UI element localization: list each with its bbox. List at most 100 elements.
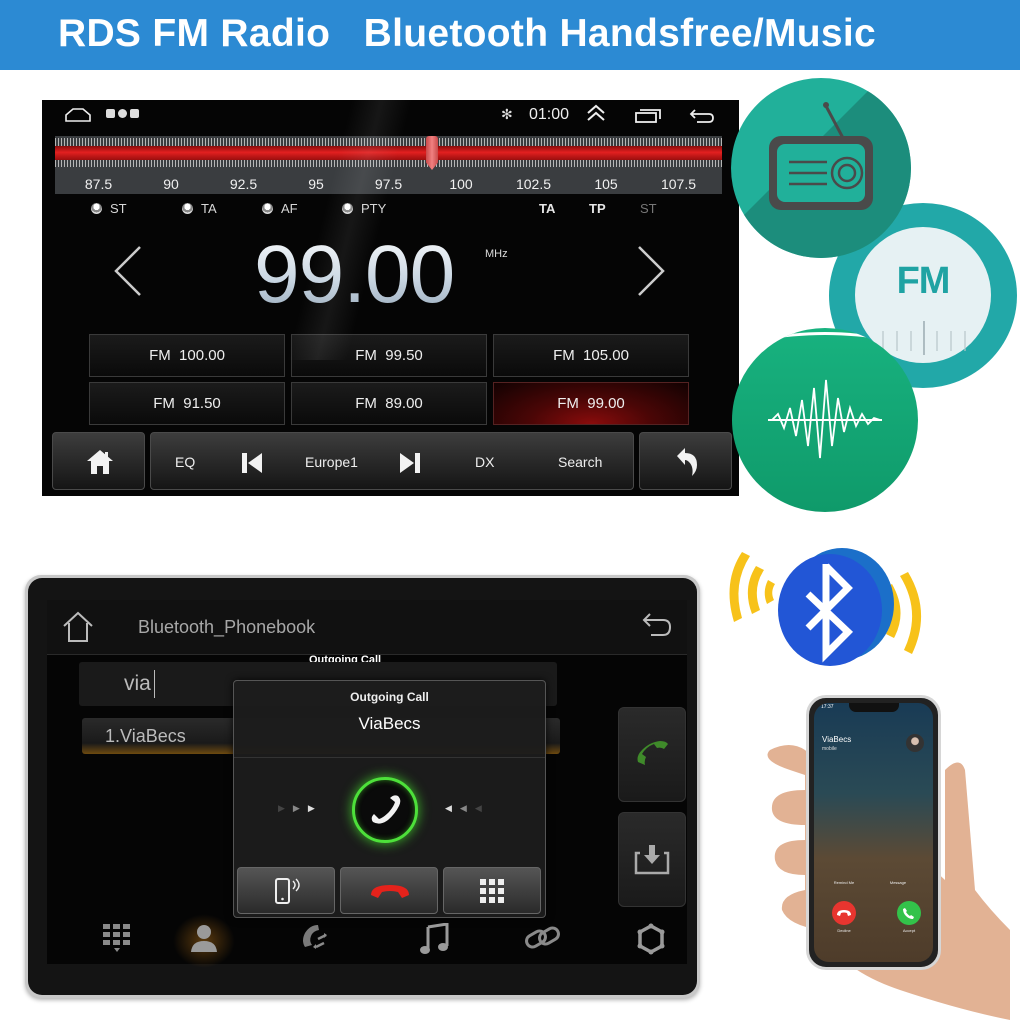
radio-icon bbox=[769, 102, 873, 210]
recent-apps-icon[interactable] bbox=[635, 109, 661, 128]
preset-button[interactable]: FM 91.50 bbox=[89, 382, 285, 425]
incoming-call-screen: 17:37 ViaBecs mobile Remind Me Message D… bbox=[814, 703, 933, 962]
tuner-band bbox=[55, 146, 722, 160]
screen-header: Bluetooth_Phonebook bbox=[47, 600, 687, 655]
frequency-tuner[interactable]: 87.5 90 92.5 95 97.5 100 102.5 105 107.5 bbox=[55, 136, 722, 194]
rds-flag-st: ST bbox=[640, 201, 657, 216]
bluetooth-phonebook-screen: Bluetooth_Phonebook Outgoing Call via 1.… bbox=[47, 600, 687, 968]
rds-toggle-pty[interactable]: PTY bbox=[342, 201, 386, 216]
hang-up-button[interactable] bbox=[340, 867, 438, 914]
home-icon bbox=[86, 449, 114, 480]
rds-toggle-label: TA bbox=[201, 201, 217, 216]
outgoing-call-dialog: Outgoing Call ViaBecs ▶▶▶ ◀◀◀ bbox=[233, 680, 546, 918]
app-icon[interactable] bbox=[106, 109, 115, 118]
decline-button[interactable] bbox=[832, 901, 856, 925]
tuner-scale-label: 90 bbox=[163, 176, 179, 192]
rds-toggle-ta[interactable]: TA bbox=[182, 201, 217, 216]
home-button[interactable] bbox=[52, 432, 145, 490]
bluetooth-logo-icon bbox=[729, 548, 922, 666]
phone-caller-name: ViaBecs bbox=[822, 735, 852, 744]
audio-wave-feature-icon bbox=[732, 328, 918, 512]
phone-time: 17:37 bbox=[821, 704, 834, 710]
contacts-icon[interactable] bbox=[189, 923, 219, 958]
clock: 01:00 bbox=[529, 106, 570, 123]
seek-prev-button[interactable] bbox=[112, 245, 144, 302]
divider bbox=[234, 757, 545, 758]
page-title: Bluetooth_Phonebook bbox=[138, 617, 316, 637]
double-chevron-up-icon[interactable] bbox=[585, 103, 607, 128]
preset-button[interactable]: FM 105.00 bbox=[493, 334, 689, 377]
next-icon[interactable] bbox=[399, 452, 421, 479]
back-icon[interactable] bbox=[689, 108, 715, 129]
app-shortcuts bbox=[106, 109, 139, 118]
text-caret bbox=[154, 670, 155, 698]
link-icon[interactable] bbox=[524, 923, 562, 958]
preset-button[interactable]: FM 89.00 bbox=[291, 382, 487, 425]
rds-toggle-st[interactable]: ST bbox=[91, 201, 127, 216]
phone-call-icon bbox=[634, 738, 672, 777]
smartphone: 17:37 ViaBecs mobile Remind Me Message D… bbox=[806, 695, 941, 970]
hang-up-icon bbox=[369, 881, 411, 906]
preset-button[interactable]: FM 99.00 bbox=[493, 382, 689, 425]
fm-radio-screen: ✻ 01:00 87.5 90 92.5 95 97.5 100 102.5 105 107.5… bbox=[42, 100, 739, 496]
banner-title: RDS FM Radio Bluetooth Handsfree/Music bbox=[58, 12, 877, 55]
search-button[interactable]: Search bbox=[558, 454, 602, 470]
previous-icon[interactable] bbox=[241, 452, 263, 479]
rds-flag-ta: TA bbox=[539, 201, 556, 216]
home-outline-icon[interactable] bbox=[61, 611, 95, 648]
message-button[interactable]: Message bbox=[878, 880, 918, 885]
dial-button[interactable] bbox=[618, 707, 686, 802]
ring-arrows-left-icon: ▶▶▶ bbox=[278, 803, 323, 813]
preset-button[interactable]: FM 100.00 bbox=[89, 334, 285, 377]
waveform-icon bbox=[768, 379, 882, 459]
current-frequency: 99.00 bbox=[254, 229, 455, 320]
phone-caller-type: mobile bbox=[822, 746, 837, 752]
caller-name: ViaBecs bbox=[358, 714, 421, 733]
seek-next-button[interactable] bbox=[635, 245, 667, 302]
remind-me-button[interactable]: Remind Me bbox=[824, 880, 864, 885]
tuner-ticks bbox=[55, 160, 722, 167]
settings-icon[interactable] bbox=[636, 923, 666, 960]
eq-button[interactable]: EQ bbox=[175, 454, 195, 470]
preset-grid: FM 100.00 FM 99.50 FM 105.00 FM 91.50 FM… bbox=[89, 334, 691, 426]
tuner-ticks bbox=[55, 138, 722, 146]
contact-name: 1.ViaBecs bbox=[105, 726, 186, 746]
ring-arrows-right-icon: ◀◀◀ bbox=[445, 803, 490, 813]
accept-button[interactable] bbox=[897, 901, 921, 925]
rds-row: ST TA AF PTY TA TP ST bbox=[42, 201, 739, 219]
avatar bbox=[906, 734, 924, 752]
radio-control-bar: EQ Europe1 DX Search bbox=[50, 432, 734, 492]
dialpad-button[interactable] bbox=[443, 867, 541, 914]
download-contacts-button[interactable] bbox=[618, 812, 686, 907]
phone-call-icon bbox=[903, 908, 914, 919]
phone-handset-icon bbox=[371, 795, 401, 824]
tuner-scale-label: 92.5 bbox=[229, 176, 258, 192]
app-icon[interactable] bbox=[118, 109, 127, 118]
rds-toggle-af[interactable]: AF bbox=[262, 201, 298, 216]
app-icon[interactable] bbox=[130, 109, 139, 118]
preset-button[interactable]: FM 99.50 bbox=[291, 334, 487, 377]
tuner-scale-label: 105 bbox=[594, 176, 618, 192]
toggle-dot-icon bbox=[262, 203, 273, 214]
dialog-title: Outgoing Call bbox=[350, 690, 429, 704]
switch-to-phone-button[interactable] bbox=[237, 867, 335, 914]
rds-toggle-label: AF bbox=[281, 201, 298, 216]
header-banner: RDS FM Radio Bluetooth Handsfree/Music bbox=[0, 0, 1020, 70]
return-button[interactable] bbox=[639, 432, 732, 490]
rds-flag-tp: TP bbox=[589, 201, 606, 216]
toggle-dot-icon bbox=[342, 203, 353, 214]
home-outline-icon[interactable] bbox=[64, 108, 92, 127]
music-icon[interactable] bbox=[419, 922, 449, 960]
toggle-dot-icon bbox=[182, 203, 193, 214]
download-icon bbox=[634, 843, 670, 880]
dialpad-icon[interactable] bbox=[102, 923, 132, 958]
accept-label: Accept bbox=[902, 928, 916, 933]
call-transfer-icon[interactable] bbox=[300, 923, 330, 960]
back-icon[interactable] bbox=[641, 612, 673, 645]
dx-button[interactable]: DX bbox=[475, 454, 494, 470]
phone-notch bbox=[849, 703, 899, 712]
rds-toggle-label: ST bbox=[110, 201, 127, 216]
keypad-icon bbox=[480, 879, 504, 908]
phone-audio-transfer-icon bbox=[274, 876, 304, 911]
rds-toggle-label: PTY bbox=[361, 201, 387, 216]
